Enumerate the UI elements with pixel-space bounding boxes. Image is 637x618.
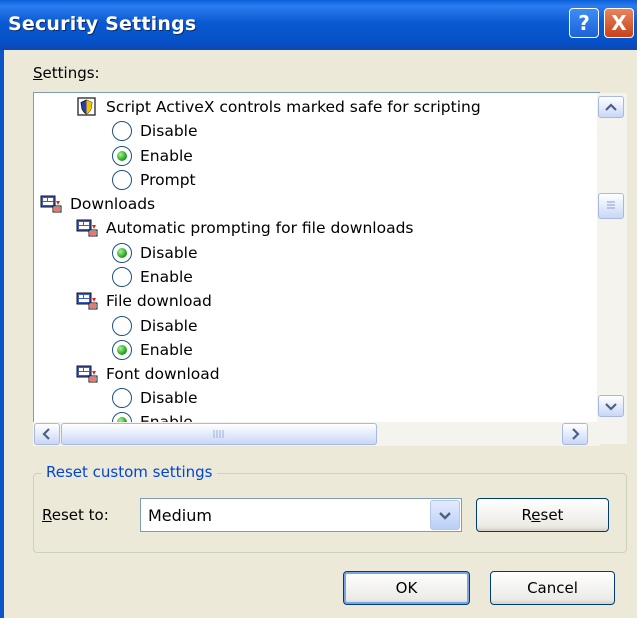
radio-option-enable[interactable]: Enable <box>112 338 193 362</box>
reset-to-label: Reset to: <box>42 506 109 524</box>
ok-button[interactable]: OK <box>343 571 470 605</box>
radio-button-selected[interactable] <box>112 340 132 360</box>
radio-label: Disable <box>140 389 198 407</box>
vertical-scrollbar[interactable] <box>597 93 627 444</box>
cancel-button[interactable]: Cancel <box>490 571 615 605</box>
radio-label: Disable <box>140 122 198 140</box>
reset-button-text-start: R <box>521 506 532 524</box>
downloads-settings-icon <box>40 193 64 215</box>
settings-label-mnemonic: S <box>33 64 43 82</box>
radio-button-selected[interactable] <box>112 243 132 263</box>
downloads-settings-icon <box>76 290 100 312</box>
tree-setting-automatic-prompting[interactable]: Automatic prompting for file downloads <box>76 216 413 240</box>
reset-to-text: eset to: <box>51 506 109 524</box>
title-bar[interactable]: Security Settings ? X <box>0 0 637 50</box>
tree-setting-script-activex[interactable]: Script ActiveX controls marked safe for … <box>76 95 481 119</box>
radio-button[interactable] <box>112 121 132 141</box>
radio-option-enable[interactable]: Enable <box>112 144 193 168</box>
tree-category-downloads[interactable]: Downloads <box>40 192 155 216</box>
tree-setting-label: Font download <box>106 365 220 383</box>
radio-button[interactable] <box>112 267 132 287</box>
radio-label: Disable <box>140 244 198 262</box>
reset-button[interactable]: Reset <box>476 498 609 532</box>
radio-label: Prompt <box>140 171 196 189</box>
tree-setting-label: Script ActiveX controls marked safe for … <box>106 98 481 116</box>
tree-category-label: Downloads <box>70 195 156 213</box>
window-border <box>0 50 4 618</box>
radio-option-disable[interactable]: Disable <box>112 119 198 143</box>
radio-label: Disable <box>140 317 198 335</box>
radio-button[interactable] <box>112 170 132 190</box>
group-title: Reset custom settings <box>42 463 217 481</box>
radio-option-disable[interactable]: Disable <box>112 314 198 338</box>
downloads-settings-icon <box>76 217 100 239</box>
radio-option-disable[interactable]: Disable <box>112 386 198 410</box>
arrow-down-icon[interactable] <box>598 395 624 417</box>
scroll-thumb[interactable] <box>598 193 624 219</box>
radio-label: Enable <box>140 268 193 286</box>
radio-option-prompt[interactable]: Prompt <box>112 168 196 192</box>
radio-button[interactable] <box>112 388 132 408</box>
arrow-up-icon[interactable] <box>598 96 624 118</box>
settings-tree[interactable]: Script ActiveX controls marked safe for … <box>33 92 600 444</box>
scroll-thumb[interactable] <box>61 423 377 445</box>
help-button[interactable]: ? <box>569 8 599 38</box>
settings-label-text: ettings: <box>42 64 100 82</box>
reset-button-mnemonic: e <box>531 506 541 524</box>
reset-level-dropdown[interactable]: Medium <box>140 498 462 532</box>
radio-label: Enable <box>140 147 193 165</box>
horizontal-scrollbar[interactable] <box>33 422 600 446</box>
shield-checkbox-icon <box>76 96 100 118</box>
radio-label: Enable <box>140 341 193 359</box>
dropdown-value: Medium <box>148 506 212 525</box>
radio-option-enable[interactable]: Enable <box>112 265 193 289</box>
security-settings-dialog: Security Settings ? X Settings: Script A… <box>0 0 637 618</box>
radio-button[interactable] <box>112 316 132 336</box>
arrow-left-icon[interactable] <box>34 423 60 445</box>
downloads-settings-icon <box>76 363 100 385</box>
arrow-right-icon[interactable] <box>562 423 588 445</box>
tree-setting-label: File download <box>106 292 212 310</box>
window-title: Security Settings <box>8 13 197 35</box>
tree-setting-label: Automatic prompting for file downloads <box>106 219 414 237</box>
tree-setting-file-download[interactable]: File download <box>76 289 212 313</box>
radio-button-selected[interactable] <box>112 146 132 166</box>
reset-button-text-end: set <box>540 506 564 524</box>
tree-setting-font-download[interactable]: Font download <box>76 362 220 386</box>
chevron-down-icon[interactable] <box>430 500 460 530</box>
settings-label: Settings: <box>33 64 100 82</box>
close-button[interactable]: X <box>604 8 634 38</box>
radio-option-disable[interactable]: Disable <box>112 241 198 265</box>
reset-to-mnemonic: R <box>42 506 52 524</box>
